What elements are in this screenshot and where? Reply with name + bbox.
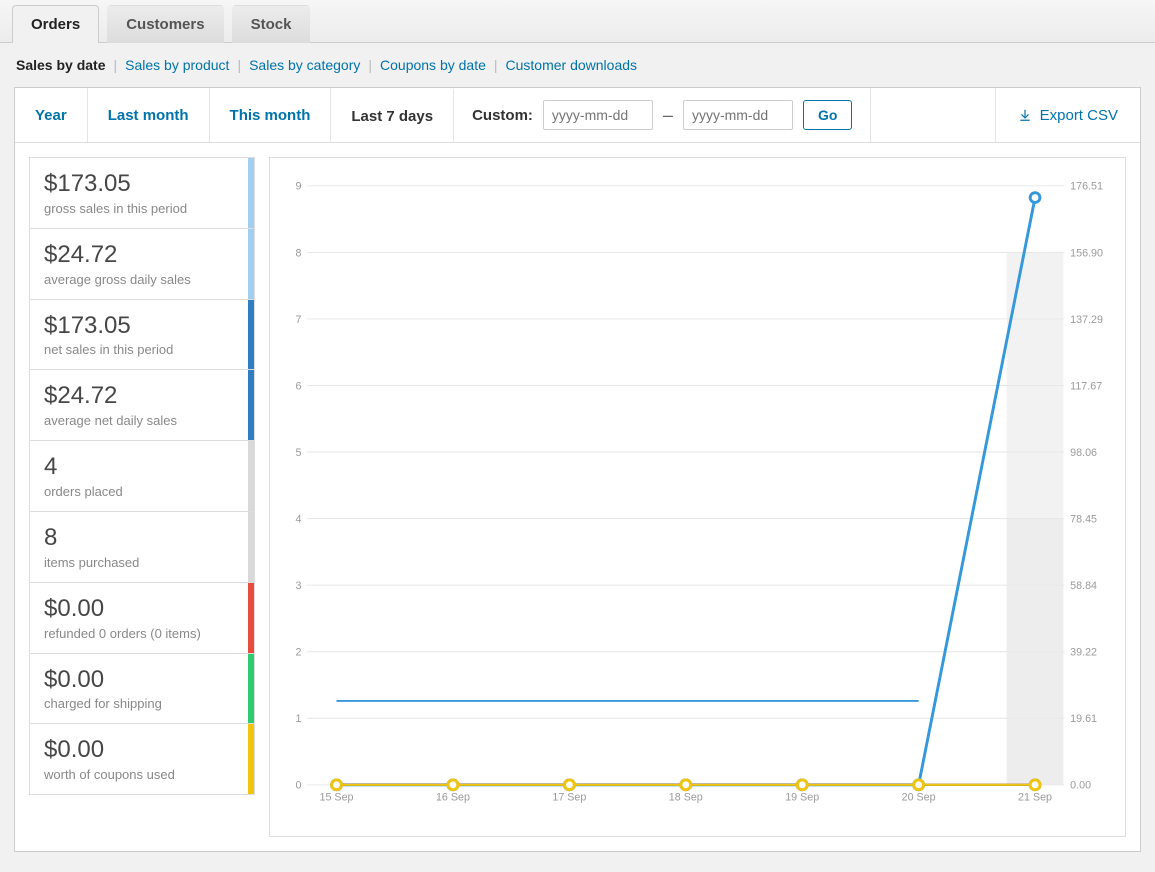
svg-text:6: 6 — [295, 380, 301, 392]
range-custom: Custom: – Go — [454, 88, 871, 142]
stat-color-bar — [248, 229, 254, 299]
stat-value: $0.00 — [44, 666, 240, 695]
stat-card-1[interactable]: $24.72 average gross daily sales — [29, 228, 255, 299]
svg-text:0: 0 — [295, 780, 301, 792]
svg-text:19 Sep: 19 Sep — [785, 791, 819, 803]
svg-text:21 Sep: 21 Sep — [1018, 791, 1052, 803]
stat-label: net sales in this period — [44, 342, 240, 357]
stat-card-0[interactable]: $173.05 gross sales in this period — [29, 157, 255, 228]
svg-text:3: 3 — [295, 580, 301, 592]
report-panel: Year Last month This month Last 7 days C… — [14, 87, 1141, 852]
stat-label: charged for shipping — [44, 696, 240, 711]
svg-text:78.45: 78.45 — [1070, 513, 1097, 525]
range-go-button[interactable]: Go — [803, 100, 852, 130]
sales-chart[interactable]: 0 0.00 1 19.61 2 39.22 3 58.84 4 78.45 5 98.06 6 117.… — [278, 168, 1117, 828]
svg-text:2: 2 — [295, 647, 301, 659]
stat-color-bar — [248, 158, 254, 228]
stat-card-8[interactable]: $0.00 worth of coupons used — [29, 723, 255, 795]
filter-by-product[interactable]: Sales by product — [125, 57, 229, 73]
stat-color-bar — [248, 654, 254, 724]
stat-card-6[interactable]: $0.00 refunded 0 orders (0 items) — [29, 582, 255, 653]
stat-color-bar — [248, 300, 254, 370]
svg-text:137.29: 137.29 — [1070, 314, 1103, 326]
filter-current: Sales by date — [16, 57, 106, 73]
svg-text:1: 1 — [295, 713, 301, 725]
stat-value: $24.72 — [44, 382, 240, 411]
svg-text:4: 4 — [295, 513, 301, 525]
svg-text:18 Sep: 18 Sep — [669, 791, 703, 803]
range-last-month[interactable]: Last month — [88, 88, 210, 142]
top-tabs: Orders Customers Stock — [0, 0, 1155, 43]
stat-label: orders placed — [44, 484, 240, 499]
svg-text:8: 8 — [295, 247, 301, 259]
stat-label: average gross daily sales — [44, 272, 240, 287]
stat-label: refunded 0 orders (0 items) — [44, 626, 240, 641]
stat-value: $173.05 — [44, 312, 240, 341]
svg-text:19.61: 19.61 — [1070, 713, 1097, 725]
stat-label: gross sales in this period — [44, 201, 240, 216]
stat-card-4[interactable]: 4 orders placed — [29, 440, 255, 511]
range-custom-to[interactable] — [683, 100, 793, 130]
svg-text:7: 7 — [295, 314, 301, 326]
svg-text:15 Sep: 15 Sep — [320, 791, 354, 803]
tab-stock[interactable]: Stock — [232, 5, 311, 43]
tab-customers[interactable]: Customers — [107, 5, 223, 43]
stats-list: $173.05 gross sales in this period $24.72 a… — [29, 157, 255, 837]
stat-value: $173.05 — [44, 170, 240, 199]
stat-card-3[interactable]: $24.72 average net daily sales — [29, 369, 255, 440]
stat-label: average net daily sales — [44, 413, 240, 428]
range-year[interactable]: Year — [15, 88, 88, 142]
stat-color-bar — [248, 583, 254, 653]
svg-text:176.51: 176.51 — [1070, 181, 1103, 193]
svg-text:58.84: 58.84 — [1070, 580, 1097, 592]
svg-text:98.06: 98.06 — [1070, 447, 1097, 459]
stat-color-bar — [248, 724, 254, 794]
filter-by-category[interactable]: Sales by category — [249, 57, 360, 73]
svg-text:20 Sep: 20 Sep — [902, 791, 936, 803]
stat-value: $24.72 — [44, 241, 240, 270]
stat-value: 4 — [44, 453, 240, 482]
range-custom-label: Custom: — [472, 107, 533, 124]
stat-value: $0.00 — [44, 595, 240, 624]
stat-color-bar — [248, 441, 254, 511]
stat-card-5[interactable]: 8 items purchased — [29, 511, 255, 582]
stat-value: 8 — [44, 524, 240, 553]
filter-by-coupon[interactable]: Coupons by date — [380, 57, 486, 73]
chart-container: 0 0.00 1 19.61 2 39.22 3 58.84 4 78.45 5 98.06 6 117.… — [269, 157, 1126, 837]
stat-card-7[interactable]: $0.00charged for shipping — [29, 653, 255, 724]
svg-text:0.00: 0.00 — [1070, 780, 1091, 792]
export-csv-label: Export CSV — [1040, 107, 1118, 124]
range-last-7[interactable]: Last 7 days — [331, 88, 454, 142]
range-this-month[interactable]: This month — [210, 88, 332, 142]
stat-color-bar — [248, 370, 254, 440]
export-csv-button[interactable]: Export CSV — [995, 88, 1140, 142]
svg-text:156.90: 156.90 — [1070, 247, 1103, 259]
date-range-row: Year Last month This month Last 7 days C… — [15, 88, 1140, 143]
stat-label: worth of coupons used — [44, 767, 240, 782]
svg-text:5: 5 — [295, 447, 301, 459]
range-custom-from[interactable] — [543, 100, 653, 130]
range-dash: – — [663, 105, 673, 126]
stat-label: items purchased — [44, 555, 240, 570]
svg-text:9: 9 — [295, 181, 301, 193]
report-filters: Sales by date | Sales by product | Sales… — [0, 43, 1155, 87]
svg-text:39.22: 39.22 — [1070, 647, 1097, 659]
tab-orders[interactable]: Orders — [12, 5, 99, 43]
svg-text:117.67: 117.67 — [1070, 380, 1102, 392]
stat-value: $0.00 — [44, 736, 240, 765]
download-icon — [1018, 108, 1032, 122]
stat-card-2[interactable]: $173.05net sales in this period — [29, 299, 255, 370]
svg-text:17 Sep: 17 Sep — [552, 791, 586, 803]
svg-text:16 Sep: 16 Sep — [436, 791, 470, 803]
filter-downloads[interactable]: Customer downloads — [506, 57, 638, 73]
stat-color-bar — [248, 512, 254, 582]
